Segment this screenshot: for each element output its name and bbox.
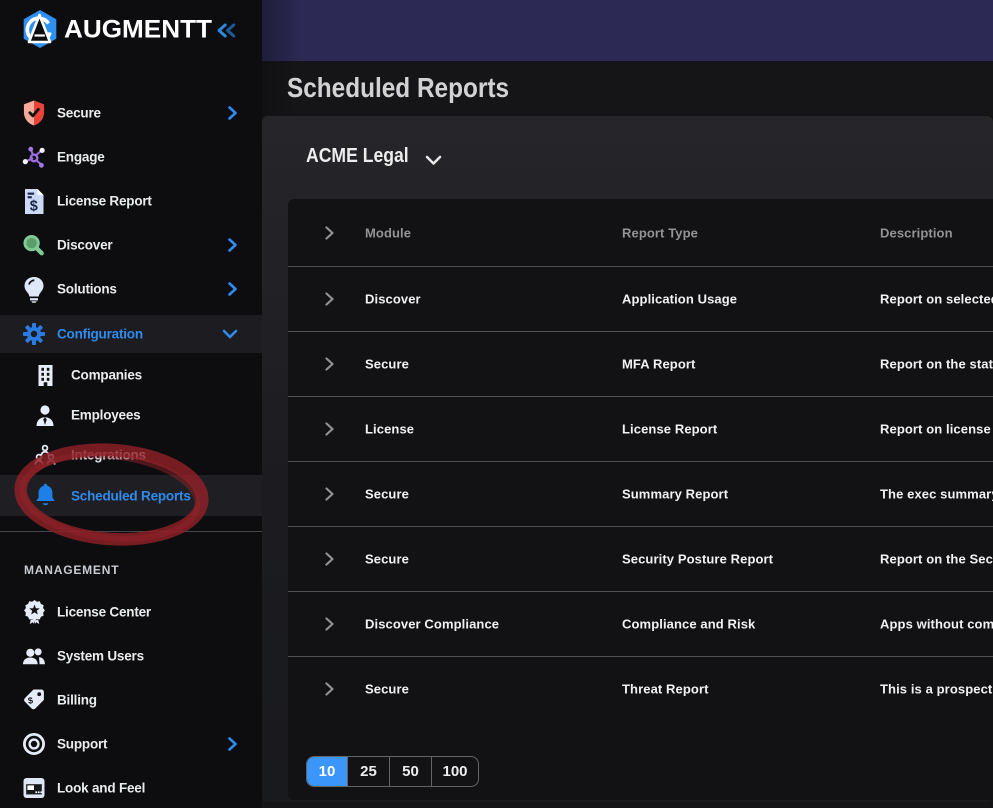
- svg-text:$: $: [30, 198, 38, 214]
- svg-text:AUGMENTT: AUGMENTT: [64, 17, 212, 43]
